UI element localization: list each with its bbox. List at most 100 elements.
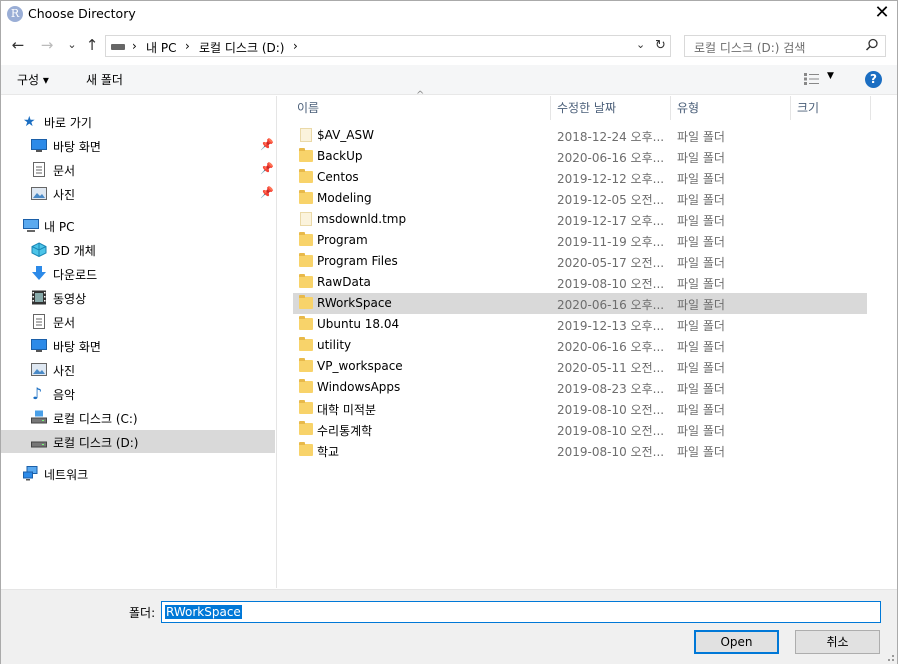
sidebar-item-drive-c[interactable]: 로컬 디스크 (C:) bbox=[1, 406, 275, 429]
hidden-folder-icon bbox=[300, 128, 312, 142]
new-folder-button[interactable]: 새 폴더 bbox=[86, 71, 123, 88]
documents-icon bbox=[33, 162, 45, 177]
sidebar-item-desktop-pc[interactable]: 바탕 화면 bbox=[1, 334, 275, 357]
cancel-button[interactable]: 취소 bbox=[795, 630, 880, 654]
sidebar-item-drive-d[interactable]: 로컬 디스크 (D:) bbox=[1, 430, 275, 453]
breadcrumb-this-pc[interactable]: 내 PC bbox=[146, 39, 176, 56]
breadcrumb-drive-d[interactable]: 로컬 디스크 (D:) bbox=[199, 39, 284, 56]
sidebar-item-this-pc[interactable]: 내 PC bbox=[1, 214, 275, 237]
window-title: Choose Directory bbox=[28, 6, 136, 21]
search-icon[interactable] bbox=[865, 38, 879, 52]
file-row[interactable]: Program Files 2020-05-17 오전... 파일 폴더 bbox=[293, 251, 867, 272]
file-row[interactable]: RWorkSpace 2020-06-16 오후... 파일 폴더 bbox=[293, 293, 867, 314]
sidebar-item-3d-objects[interactable]: 3D 개체 bbox=[1, 238, 275, 261]
view-options-icon[interactable] bbox=[803, 72, 821, 86]
file-row[interactable]: Ubuntu 18.04 2019-12-13 오후... 파일 폴더 bbox=[293, 314, 867, 335]
navigation-pane: ★ 바로 가기 바탕 화면 📌 문서 📌 사진 📌 내 PC 3D 개체 다운로… bbox=[1, 96, 277, 588]
file-row[interactable]: BackUp 2020-06-16 오후... 파일 폴더 bbox=[293, 146, 867, 167]
sidebar-item-documents-pc[interactable]: 문서 bbox=[1, 310, 275, 333]
file-row[interactable]: VP_workspace 2020-05-11 오전... 파일 폴더 bbox=[293, 356, 867, 377]
file-row[interactable]: utility 2020-06-16 오후... 파일 폴더 bbox=[293, 335, 867, 356]
file-row[interactable]: 학교 2019-08-10 오전... 파일 폴더 bbox=[293, 440, 867, 461]
file-date-modified: 2020-06-16 오후... bbox=[557, 298, 665, 312]
chevron-down-icon[interactable]: ⌄ bbox=[636, 38, 645, 51]
resize-grip-icon[interactable] bbox=[883, 650, 895, 662]
sidebar-item-videos[interactable]: 동영상 bbox=[1, 286, 275, 309]
file-type: 파일 폴더 bbox=[677, 403, 725, 417]
file-date-modified: 2019-12-05 오전... bbox=[557, 193, 665, 207]
file-name: $AV_ASW bbox=[317, 128, 374, 142]
folder-icon bbox=[299, 169, 313, 183]
file-type: 파일 폴더 bbox=[677, 361, 725, 375]
file-name: WindowsApps bbox=[317, 380, 401, 394]
file-row[interactable]: msdownld.tmp 2019-12-17 오후... 파일 폴더 bbox=[293, 209, 867, 230]
file-row[interactable]: Program 2019-11-19 오후... 파일 폴더 bbox=[293, 230, 867, 251]
file-date-modified: 2019-08-23 오후... bbox=[557, 382, 665, 396]
search-input[interactable]: 로컬 디스크 (D:) 검색 bbox=[684, 35, 886, 57]
sidebar-item-downloads[interactable]: 다운로드 bbox=[1, 262, 275, 285]
file-date-modified: 2019-11-19 오후... bbox=[557, 235, 665, 249]
close-icon[interactable]: ✕ bbox=[867, 1, 897, 27]
file-type: 파일 폴더 bbox=[677, 445, 725, 459]
folder-icon bbox=[299, 232, 313, 246]
sidebar-item-pictures-pc[interactable]: 사진 bbox=[1, 358, 275, 381]
file-type: 파일 폴더 bbox=[677, 424, 725, 438]
downloads-icon bbox=[32, 266, 46, 280]
dialog-footer: 폴더: RWorkSpace Open 취소 bbox=[1, 589, 897, 664]
address-bar[interactable]: › 내 PC › 로컬 디스크 (D:) › ⌄ bbox=[105, 35, 671, 57]
pin-icon[interactable]: 📌 bbox=[260, 186, 274, 199]
sidebar-item-desktop[interactable]: 바탕 화면 📌 bbox=[1, 134, 275, 157]
sidebar-item-pictures[interactable]: 사진 📌 bbox=[1, 182, 275, 205]
pin-icon[interactable]: 📌 bbox=[260, 162, 274, 175]
3d-objects-icon bbox=[31, 242, 47, 257]
file-name: Ubuntu 18.04 bbox=[317, 317, 400, 331]
up-arrow-icon[interactable]: ↑ bbox=[83, 36, 101, 54]
folder-name-input[interactable]: RWorkSpace bbox=[161, 601, 881, 623]
folder-icon bbox=[299, 190, 313, 204]
view-dropdown-icon[interactable]: ▼ bbox=[827, 71, 834, 81]
forward-arrow-icon[interactable]: → bbox=[38, 36, 56, 54]
file-type: 파일 폴더 bbox=[677, 256, 725, 270]
column-type[interactable]: 유형 bbox=[677, 99, 699, 116]
folder-icon bbox=[299, 421, 313, 435]
organize-button[interactable]: 구성 ▾ bbox=[17, 71, 49, 88]
help-icon[interactable]: ? bbox=[865, 71, 882, 88]
sidebar-item-documents[interactable]: 문서 📌 bbox=[1, 158, 275, 181]
file-date-modified: 2019-12-17 오후... bbox=[557, 214, 665, 228]
column-date-modified[interactable]: 수정한 날짜 bbox=[557, 99, 616, 116]
file-row[interactable]: Centos 2019-12-12 오후... 파일 폴더 bbox=[293, 167, 867, 188]
computer-icon bbox=[23, 219, 39, 232]
file-row[interactable]: WindowsApps 2019-08-23 오후... 파일 폴더 bbox=[293, 377, 867, 398]
file-name: VP_workspace bbox=[317, 359, 403, 373]
folder-icon bbox=[299, 379, 313, 393]
pin-icon[interactable]: 📌 bbox=[260, 138, 274, 151]
column-size[interactable]: 크기 bbox=[797, 99, 819, 116]
folder-icon bbox=[299, 400, 313, 414]
file-name: Centos bbox=[317, 170, 359, 184]
file-row[interactable]: RawData 2019-08-10 오전... 파일 폴더 bbox=[293, 272, 867, 293]
sidebar-item-music[interactable]: ♪ 음악 bbox=[1, 382, 275, 405]
column-header-row: ^ 이름 수정한 날짜 유형 크기 bbox=[278, 90, 878, 120]
column-name[interactable]: 이름 bbox=[297, 99, 319, 116]
file-date-modified: 2019-08-10 오전... bbox=[557, 277, 665, 291]
file-type: 파일 폴더 bbox=[677, 340, 725, 354]
file-date-modified: 2020-06-16 오후... bbox=[557, 151, 665, 165]
sidebar-item-network[interactable]: 네트워크 bbox=[1, 462, 275, 485]
file-row[interactable]: Modeling 2019-12-05 오전... 파일 폴더 bbox=[293, 188, 867, 209]
folder-icon bbox=[299, 295, 313, 309]
recent-locations-icon[interactable]: ⌄ bbox=[63, 36, 81, 54]
file-row[interactable]: $AV_ASW 2018-12-24 오후... 파일 폴더 bbox=[293, 125, 867, 146]
drive-icon bbox=[31, 441, 47, 448]
open-button[interactable]: Open bbox=[694, 630, 779, 654]
file-type: 파일 폴더 bbox=[677, 130, 725, 144]
app-icon: R bbox=[7, 6, 23, 22]
back-arrow-icon[interactable]: ← bbox=[9, 36, 27, 54]
file-name: 학교 bbox=[317, 445, 340, 459]
file-date-modified: 2019-08-10 오전... bbox=[557, 403, 665, 417]
file-row[interactable]: 대학 미적분 2019-08-10 오전... 파일 폴더 bbox=[293, 398, 867, 419]
folder-name-value: RWorkSpace bbox=[165, 605, 242, 619]
sidebar-item-quick-access[interactable]: ★ 바로 가기 bbox=[1, 110, 275, 133]
file-row[interactable]: 수리통계학 2019-08-10 오전... 파일 폴더 bbox=[293, 419, 867, 440]
folder-icon bbox=[299, 358, 313, 372]
refresh-icon[interactable]: ↻ bbox=[651, 35, 671, 57]
